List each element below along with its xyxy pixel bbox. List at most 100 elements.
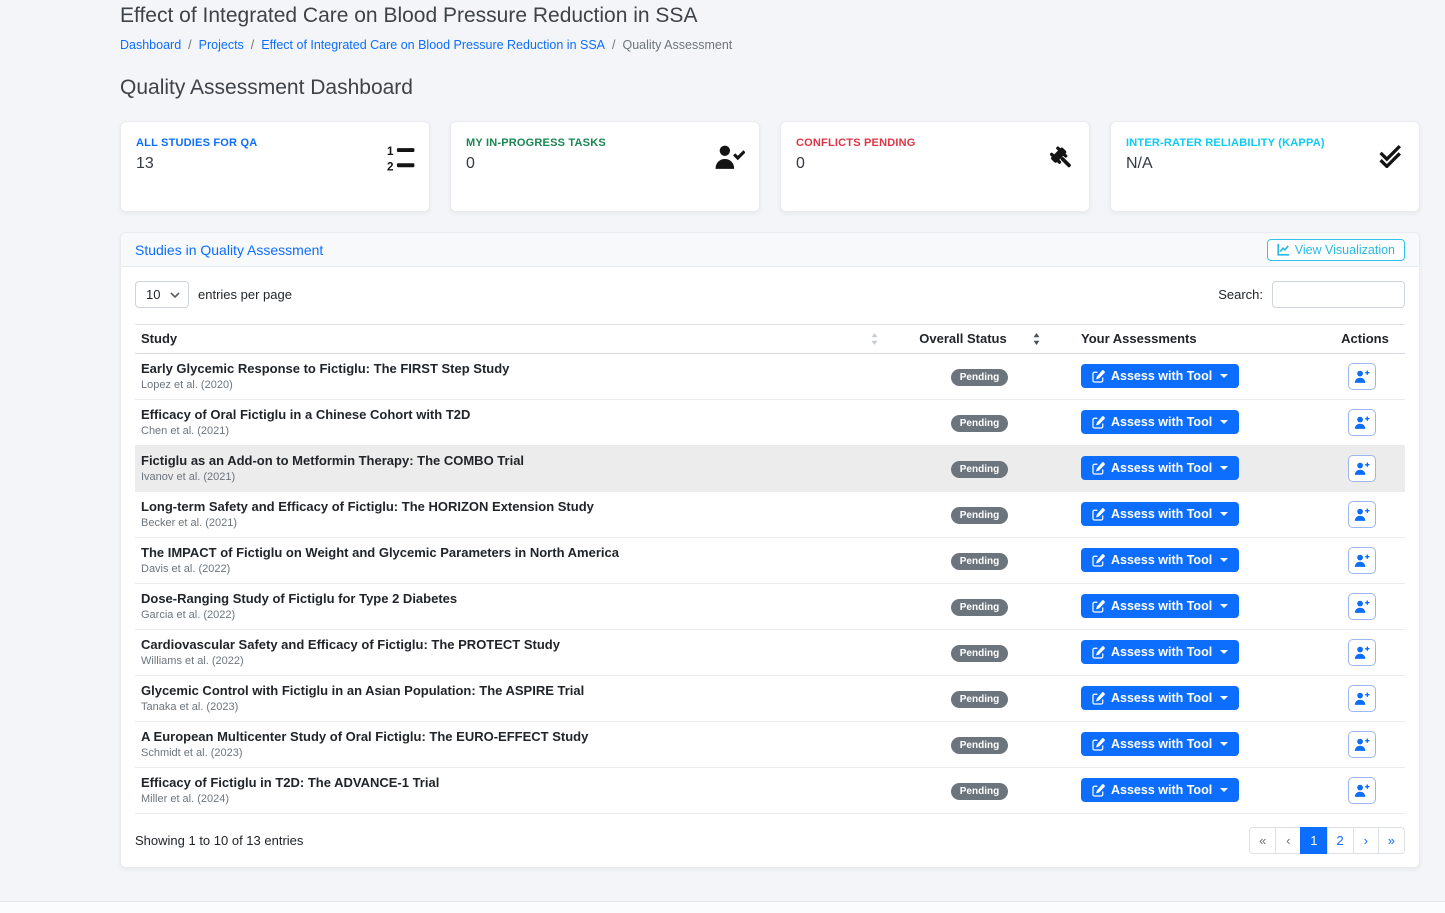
study-cell: Efficacy of Fictiglu in T2D: The ADVANCE… bbox=[135, 768, 890, 814]
breadcrumb-link[interactable]: Projects bbox=[199, 38, 244, 52]
svg-text:2: 2 bbox=[387, 160, 394, 172]
assign-reviewer-button[interactable] bbox=[1348, 685, 1376, 712]
assess-with-tool-button[interactable]: Assess with Tool bbox=[1081, 732, 1239, 756]
assessments-cell: Assess with Tool bbox=[1075, 630, 1325, 676]
assess-button-label: Assess with Tool bbox=[1111, 507, 1212, 521]
edit-icon bbox=[1092, 370, 1105, 383]
study-cell: Efficacy of Oral Fictiglu in a Chinese C… bbox=[135, 400, 890, 446]
status-cell: Pending bbox=[890, 722, 1075, 768]
study-title: A European Multicenter Study of Oral Fic… bbox=[141, 729, 878, 744]
edit-icon bbox=[1092, 508, 1105, 521]
assess-with-tool-button[interactable]: Assess with Tool bbox=[1081, 456, 1239, 480]
stat-card-all-studies: ALL STUDIES FOR QA 13 1 2 bbox=[120, 121, 430, 212]
user-plus-icon bbox=[1354, 737, 1370, 752]
status-cell: Pending bbox=[890, 584, 1075, 630]
assess-with-tool-button[interactable]: Assess with Tool bbox=[1081, 686, 1239, 710]
table-header: Study Overall Status bbox=[135, 325, 1405, 354]
svg-text:1: 1 bbox=[387, 145, 394, 158]
page-1-button[interactable]: 1 bbox=[1300, 827, 1327, 854]
sort-arrows-icon bbox=[871, 333, 878, 345]
page-footer bbox=[0, 901, 1445, 913]
next-page-button[interactable]: › bbox=[1353, 827, 1379, 854]
assign-reviewer-button[interactable] bbox=[1348, 363, 1376, 390]
chevron-down-icon bbox=[170, 292, 180, 298]
table-footer: Showing 1 to 10 of 13 entries «‹12›» bbox=[135, 827, 1405, 854]
status-cell: Pending bbox=[890, 538, 1075, 584]
assign-reviewer-button[interactable] bbox=[1348, 639, 1376, 666]
panel-title: Studies in Quality Assessment bbox=[135, 242, 323, 258]
assessments-cell: Assess with Tool bbox=[1075, 538, 1325, 584]
study-cell: Fictiglu as an Add-on to Metformin Thera… bbox=[135, 446, 890, 492]
edit-icon bbox=[1092, 554, 1105, 567]
assign-reviewer-button[interactable] bbox=[1348, 455, 1376, 482]
column-header-study[interactable]: Study bbox=[135, 325, 890, 354]
page-title: Effect of Integrated Care on Blood Press… bbox=[120, 4, 1420, 28]
status-cell: Pending bbox=[890, 676, 1075, 722]
breadcrumb-separator: / bbox=[612, 38, 615, 52]
actions-cell bbox=[1325, 400, 1405, 446]
entries-per-page-select[interactable]: 10 bbox=[135, 281, 189, 308]
stat-card-kappa: INTER-RATER RELIABILITY (KAPPA) N/A bbox=[1110, 121, 1420, 212]
assess-with-tool-button[interactable]: Assess with Tool bbox=[1081, 502, 1239, 526]
stat-card-in-progress: MY IN-PROGRESS TASKS 0 bbox=[450, 121, 760, 212]
showing-entries-text: Showing 1 to 10 of 13 entries bbox=[135, 833, 303, 848]
breadcrumb-link[interactable]: Dashboard bbox=[120, 38, 181, 52]
user-plus-icon bbox=[1354, 691, 1370, 706]
assign-reviewer-button[interactable] bbox=[1348, 547, 1376, 574]
assess-with-tool-button[interactable]: Assess with Tool bbox=[1081, 410, 1239, 434]
study-authors: Williams et al. (2022) bbox=[141, 655, 878, 667]
pagination: «‹12›» bbox=[1249, 827, 1405, 854]
assessments-cell: Assess with Tool bbox=[1075, 768, 1325, 814]
assess-button-label: Assess with Tool bbox=[1111, 783, 1212, 797]
assess-with-tool-button[interactable]: Assess with Tool bbox=[1081, 640, 1239, 664]
studies-table: Study Overall Status bbox=[135, 324, 1405, 814]
column-header-overall-status[interactable]: Overall Status bbox=[890, 325, 1075, 354]
breadcrumb-separator: / bbox=[251, 38, 254, 52]
study-authors: Miller et al. (2024) bbox=[141, 793, 878, 805]
search-input[interactable] bbox=[1272, 281, 1405, 308]
user-plus-icon bbox=[1354, 369, 1370, 384]
edit-icon bbox=[1092, 692, 1105, 705]
stat-label: CONFLICTS PENDING bbox=[796, 137, 1073, 149]
breadcrumb-link[interactable]: Effect of Integrated Care on Blood Press… bbox=[261, 38, 605, 52]
user-plus-icon bbox=[1354, 599, 1370, 614]
assessments-cell: Assess with Tool bbox=[1075, 446, 1325, 492]
user-plus-icon bbox=[1354, 783, 1370, 798]
assign-reviewer-button[interactable] bbox=[1348, 777, 1376, 804]
caret-down-icon bbox=[1220, 466, 1228, 470]
assess-button-label: Assess with Tool bbox=[1111, 553, 1212, 567]
status-badge: Pending bbox=[951, 415, 1008, 432]
user-plus-icon bbox=[1354, 507, 1370, 522]
stat-label: INTER-RATER RELIABILITY (KAPPA) bbox=[1126, 137, 1403, 149]
assign-reviewer-button[interactable] bbox=[1348, 501, 1376, 528]
assess-button-label: Assess with Tool bbox=[1111, 737, 1212, 751]
user-plus-icon bbox=[1354, 645, 1370, 660]
page-2-button[interactable]: 2 bbox=[1327, 827, 1354, 854]
assess-with-tool-button[interactable]: Assess with Tool bbox=[1081, 778, 1239, 802]
assess-with-tool-button[interactable]: Assess with Tool bbox=[1081, 364, 1239, 388]
column-header-actions: Actions bbox=[1325, 325, 1405, 354]
study-title: Cardiovascular Safety and Efficacy of Fi… bbox=[141, 637, 878, 652]
last-page-button[interactable]: » bbox=[1378, 827, 1405, 854]
caret-down-icon bbox=[1220, 558, 1228, 562]
status-badge: Pending bbox=[951, 369, 1008, 386]
assess-with-tool-button[interactable]: Assess with Tool bbox=[1081, 594, 1239, 618]
table-row: A European Multicenter Study of Oral Fic… bbox=[135, 722, 1405, 768]
actions-cell bbox=[1325, 768, 1405, 814]
assessments-cell: Assess with Tool bbox=[1075, 354, 1325, 400]
study-authors: Tanaka et al. (2023) bbox=[141, 701, 878, 713]
stat-value: 13 bbox=[136, 155, 413, 173]
study-cell: Dose-Ranging Study of Fictiglu for Type … bbox=[135, 584, 890, 630]
user-plus-icon bbox=[1354, 461, 1370, 476]
assess-button-label: Assess with Tool bbox=[1111, 415, 1212, 429]
check-double-icon bbox=[1378, 144, 1405, 168]
assign-reviewer-button[interactable] bbox=[1348, 731, 1376, 758]
sort-arrows-icon bbox=[1033, 333, 1040, 345]
actions-cell bbox=[1325, 446, 1405, 492]
assessments-cell: Assess with Tool bbox=[1075, 584, 1325, 630]
view-visualization-button[interactable]: View Visualization bbox=[1267, 239, 1405, 261]
assign-reviewer-button[interactable] bbox=[1348, 593, 1376, 620]
assign-reviewer-button[interactable] bbox=[1348, 409, 1376, 436]
assess-with-tool-button[interactable]: Assess with Tool bbox=[1081, 548, 1239, 572]
entries-per-page: 10 entries per page bbox=[135, 281, 292, 308]
